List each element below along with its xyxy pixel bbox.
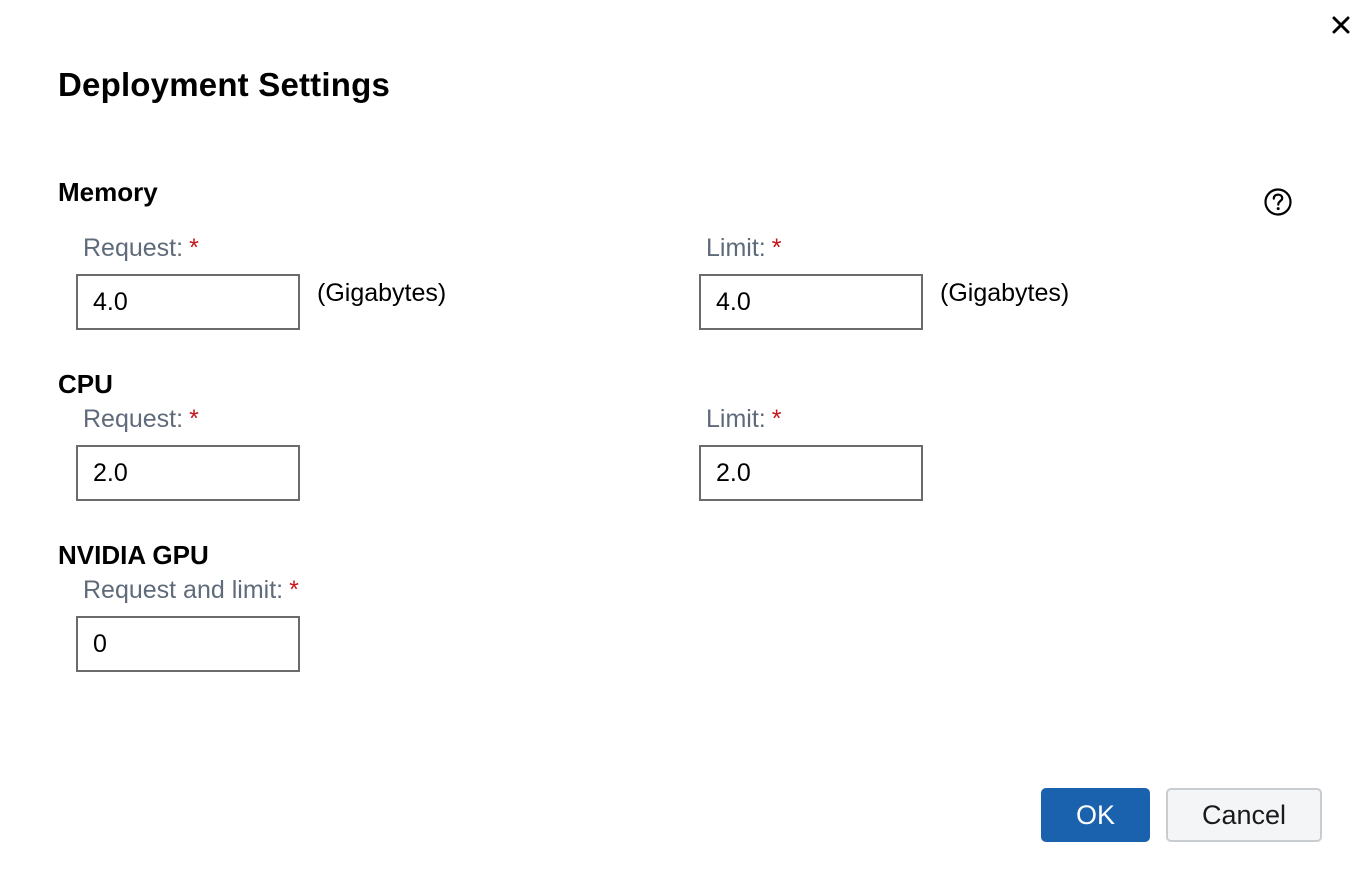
dialog-title: Deployment Settings [58,66,391,103]
memory-heading: Memory [58,177,158,207]
gpu-request-limit-input[interactable] [76,616,300,672]
memory-limit-unit: (Gigabytes) [940,279,1070,307]
question-circle-icon[interactable] [1263,187,1293,217]
cpu-limit-label: Limit: * [706,405,781,434]
cpu-limit-input[interactable] [699,445,923,501]
memory-request-label-text: Request: [83,234,184,262]
gpu-request-limit-label: Request and limit: * [83,576,299,605]
memory-limit-label: Limit: * [706,234,781,263]
memory-limit-input[interactable] [699,274,923,330]
cpu-heading: CPU [58,369,113,399]
ok-button[interactable]: OK [1041,788,1150,842]
required-marker: * [771,234,782,262]
deployment-settings-dialog: Deployment Settings Memory Request:* (Gi… [0,0,1370,888]
cpu-request-label: Request: * [83,405,199,434]
cpu-request-label-text: Request: [83,405,184,433]
memory-request-label: Request: * [83,234,199,263]
required-marker: * [289,576,299,604]
gpu-heading: NVIDIA GPU [58,540,209,570]
cpu-request-input[interactable] [76,445,300,501]
close-button[interactable] [1326,10,1356,40]
gpu-request-limit-label-text: Request and limit: [83,576,284,604]
memory-request-input[interactable] [76,274,300,330]
memory-limit-label-text: Limit: [706,234,766,262]
required-marker: * [771,405,782,433]
memory-request-unit: (Gigabytes) [317,279,447,307]
cancel-button[interactable]: Cancel [1166,788,1322,842]
cpu-limit-label-text: Limit: [706,405,766,433]
required-marker: * [189,405,199,433]
close-icon [1332,16,1350,34]
required-marker: * [189,234,199,262]
